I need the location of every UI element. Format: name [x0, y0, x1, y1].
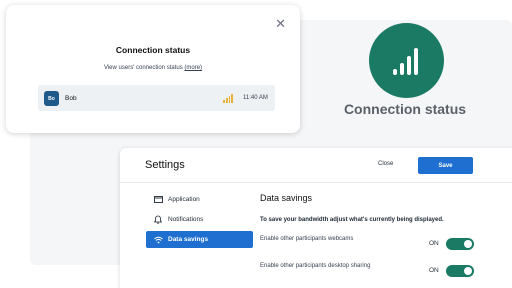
settings-title: Settings: [145, 159, 185, 171]
divider: [120, 182, 512, 183]
popup-subtitle-text: View users' connection status: [103, 65, 183, 71]
option-label-webcams: Enable other participants webcams: [260, 236, 354, 242]
save-button[interactable]: Save: [418, 157, 473, 174]
signal-bars-icon: [369, 23, 444, 98]
hero-title: Connection status: [343, 101, 467, 117]
user-row[interactable]: Bo Bob 11:40 AM: [38, 85, 275, 111]
avatar: Bo: [44, 91, 59, 106]
more-link[interactable]: (more): [184, 65, 202, 71]
user-time: 11:40 AM: [243, 95, 268, 101]
popup-subtitle: View users' connection status (more): [6, 65, 300, 71]
sidebar-item-data-savings[interactable]: Data savings: [146, 231, 253, 248]
sidebar-item-label: Data savings: [168, 236, 209, 243]
sidebar-item-application[interactable]: Application: [146, 191, 253, 208]
sidebar-item-label: Notifications: [168, 216, 204, 223]
wifi-icon: [153, 236, 163, 244]
section-title: Data savings: [260, 193, 313, 203]
window-icon: [153, 196, 163, 203]
signal-strength-icon: [223, 94, 234, 103]
section-description: To save your bandwidth adjust what's cur…: [260, 217, 444, 223]
webcams-toggle[interactable]: [446, 238, 474, 250]
option-state: ON: [429, 240, 439, 247]
close-button[interactable]: Close: [378, 161, 393, 167]
sidebar-item-label: Application: [168, 196, 200, 203]
option-state: ON: [429, 267, 439, 274]
bell-icon: [153, 215, 163, 224]
popup-title: Connection status: [115, 45, 191, 55]
sidebar-item-notifications[interactable]: Notifications: [146, 211, 253, 228]
desktop-sharing-toggle[interactable]: [446, 265, 474, 277]
option-label-desktop-sharing: Enable other participants desktop sharin…: [260, 263, 371, 269]
connection-status-popup: ✕ Connection status View users' connecti…: [6, 5, 300, 133]
user-name: Bob: [65, 95, 77, 102]
settings-panel: Settings Close Save Application Notifica…: [120, 148, 512, 288]
close-icon[interactable]: ✕: [275, 17, 286, 30]
